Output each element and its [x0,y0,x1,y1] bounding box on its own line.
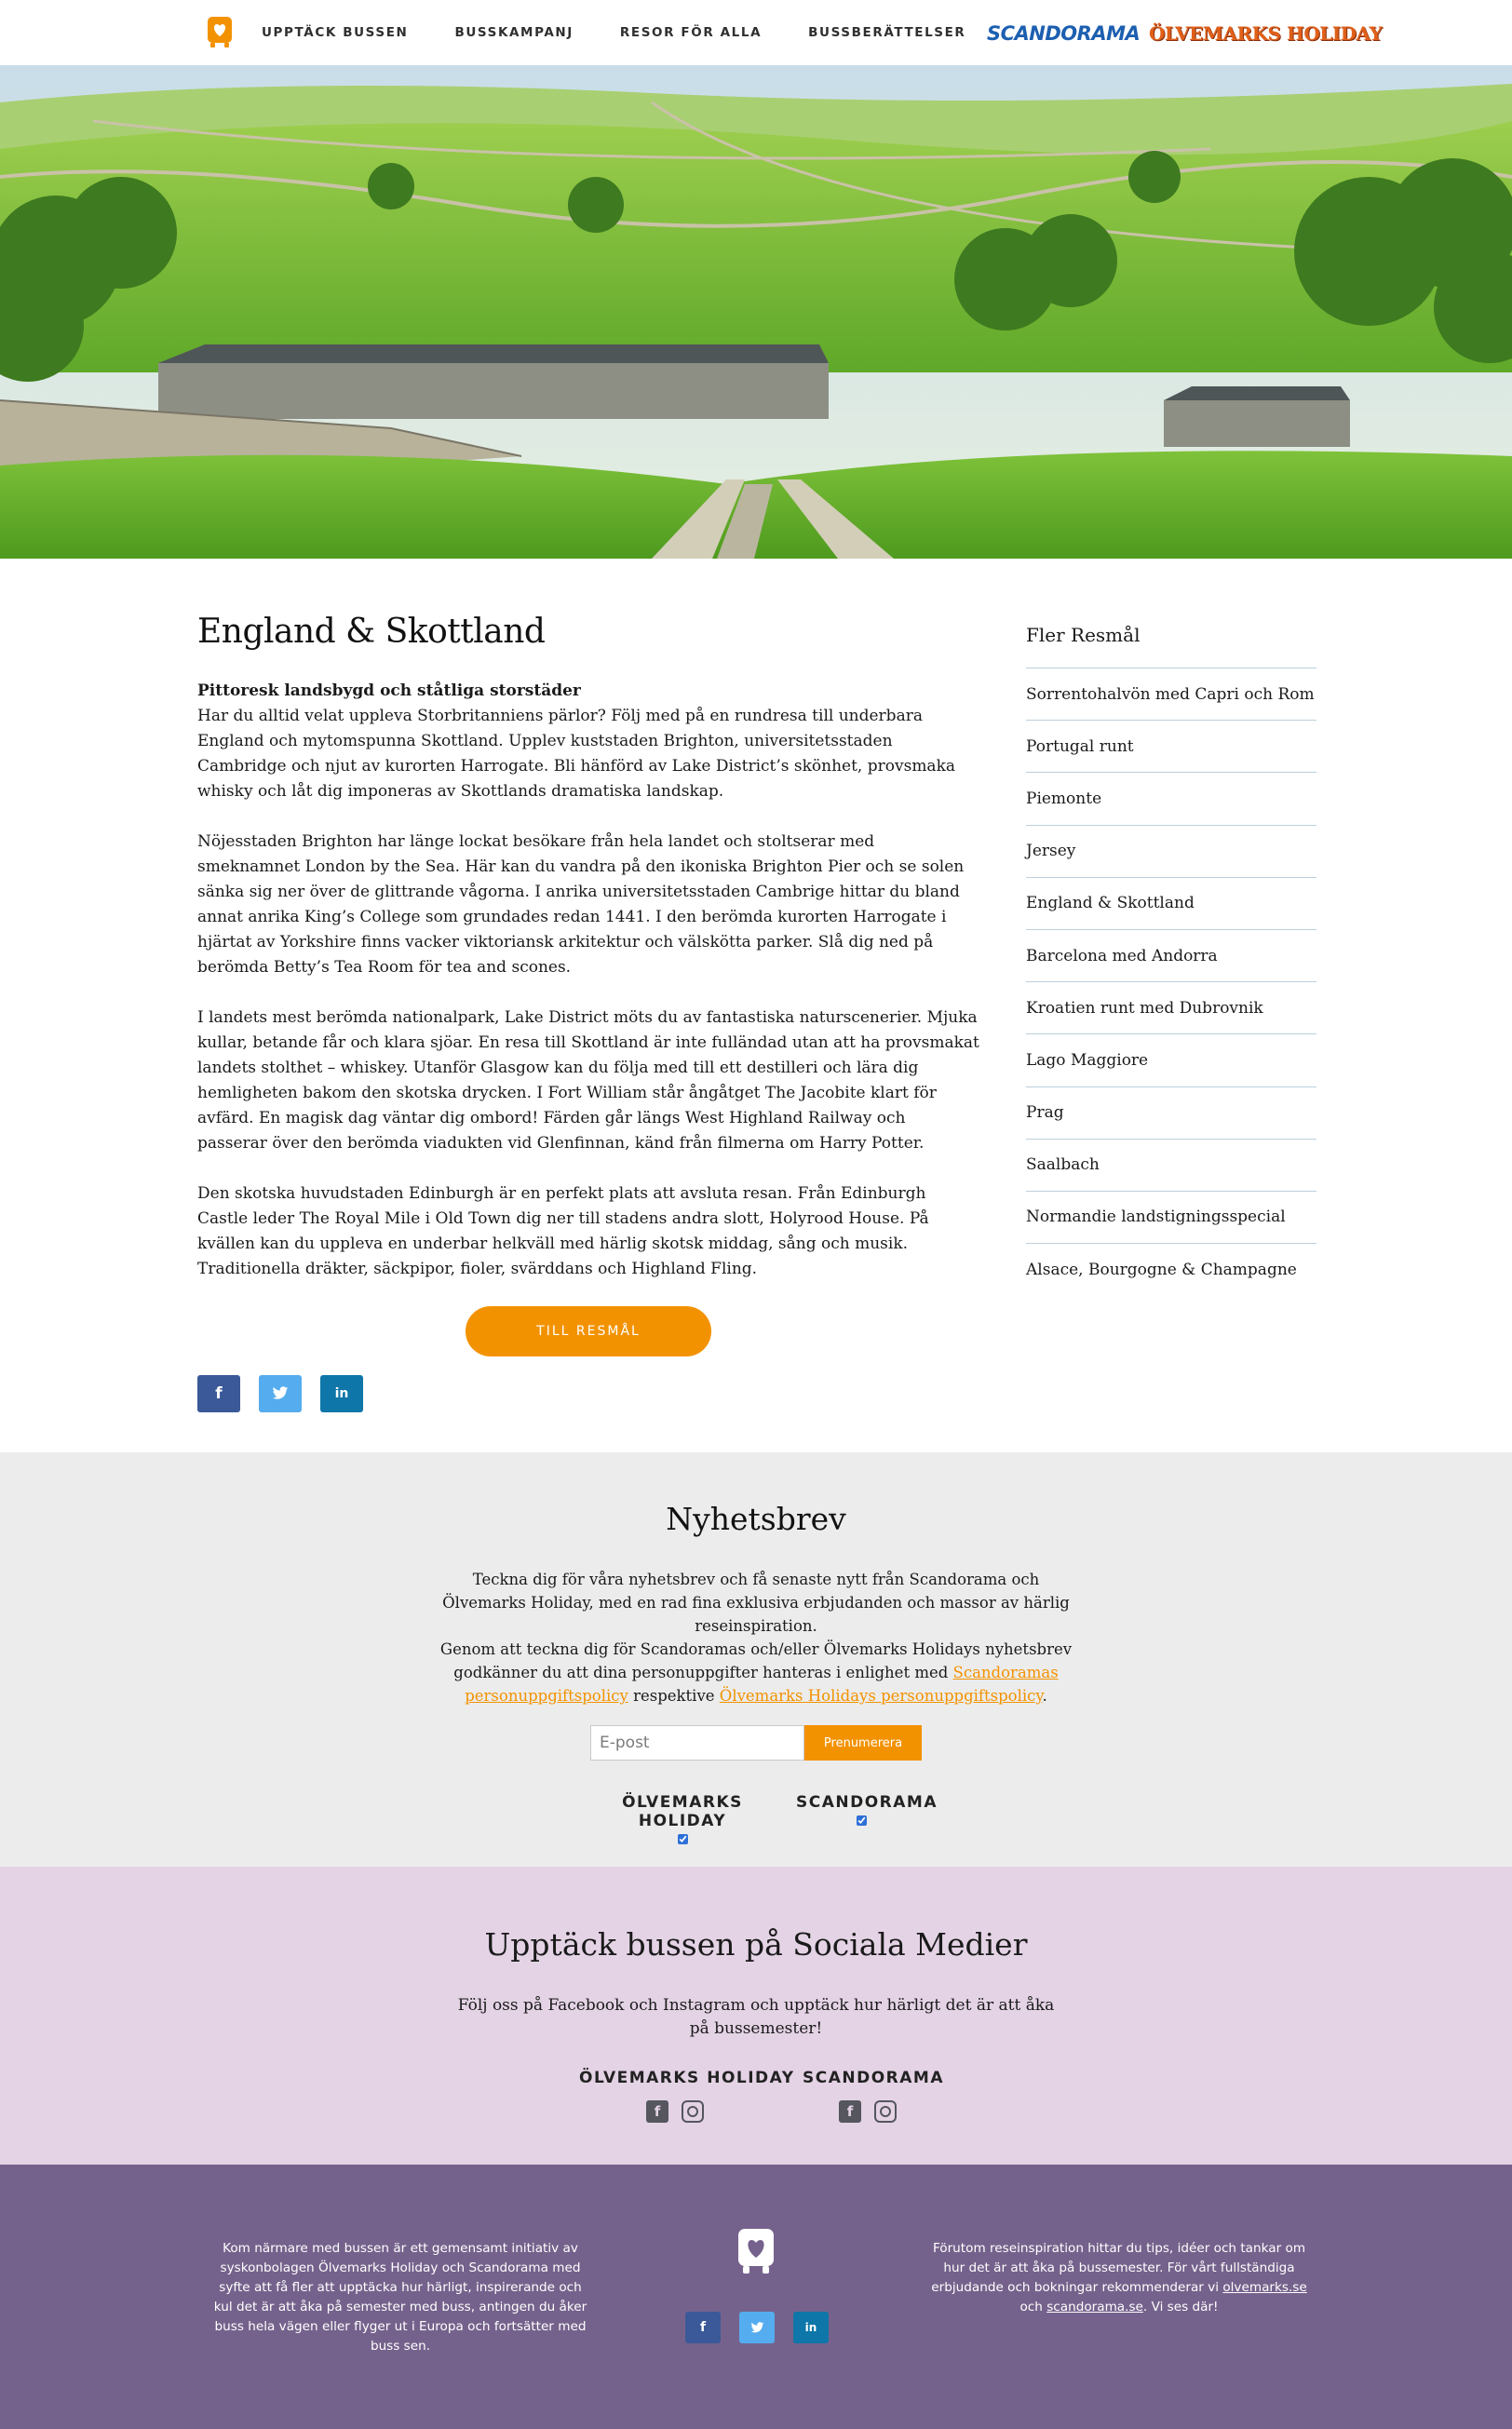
social-title: Upptäck bussen på Sociala Medier [484,1926,1028,1963]
bus-heart-icon [738,2229,774,2274]
social-column-olvemarks: ÖLVEMARKS HOLIDAY f [579,2069,795,2123]
footer-info: Förutom reseinspiration hittar du tips, … [929,2239,1309,2317]
footer-about: Kom närmare med bussen är ett gemensamt … [213,2241,587,2354]
social-icons: f [803,2100,933,2123]
nav-resor-for-alla[interactable]: RESOR FÖR ALLA [620,25,762,40]
facebook-icon[interactable]: f [839,2100,861,2123]
scandorama-checkbox[interactable] [856,1815,867,1826]
article-lead: Pittoresk landsbygd och ståtliga storstä… [197,681,581,700]
instagram-icon[interactable] [682,2100,704,2123]
scandorama-link[interactable]: scandorama.se [1046,2300,1143,2314]
page-title: England & Skottland [197,613,546,651]
footer-share: f in [685,2312,829,2343]
sidebar-item-saalbach[interactable]: Saalbach [1026,1140,1316,1192]
sidebar-item-alsace[interactable]: Alsace, Bourgogne & Champagne [1026,1244,1316,1296]
olvemarks-policy-link[interactable]: Ölvemarks Holidays personuppgiftspolicy [720,1687,1043,1705]
site-footer: Kom närmare med bussen är ett gemensamt … [0,2165,1512,2429]
hero-image [0,65,1512,559]
share-buttons: f in [197,1375,363,1412]
article-paragraph: Nöjesstaden Brighton har länge lockat be… [197,832,965,977]
main-content: England & Skottland Pittoresk landsbygd … [0,559,1512,1452]
social-label: SCANDORAMA [803,2069,944,2087]
till-resmal-button[interactable]: TILL RESMÅL [466,1306,711,1356]
footer-info-text: och [1019,2300,1047,2314]
instagram-icon[interactable] [874,2100,897,2123]
facebook-icon[interactable]: f [646,2100,668,2123]
option-label: SCANDORAMA [796,1793,938,1812]
social-column-scandorama: SCANDORAMA f [803,2069,944,2123]
option-label: ÖLVEMARKS HOLIDAY [622,1793,743,1830]
footer-info-text: . Vi ses där! [1142,2300,1219,2314]
social-icons: f [579,2100,771,2123]
linkedin-icon[interactable]: in [793,2312,829,2343]
site-header: UPPTÄCK BUSSEN BUSSKAMPANJ RESOR FÖR ALL… [0,0,1512,65]
twitter-icon[interactable] [259,1375,302,1412]
sidebar: Fler Resmål Sorrentohalvön med Capri och… [1026,624,1316,1296]
sidebar-item-england[interactable]: England & Skottland [1026,878,1316,930]
facebook-icon[interactable]: f [197,1375,240,1412]
sidebar-title: Fler Resmål [1026,624,1316,668]
consent-text: . [1042,1687,1047,1705]
sidebar-item-jersey[interactable]: Jersey [1026,826,1316,878]
social-text: Följ oss på Facebook och Instagram och u… [457,1996,1055,2038]
article: England & Skottland Pittoresk landsbygd … [197,613,979,1307]
consent-text: respektive [628,1687,720,1705]
newsletter-consent: Genom att teckna dig för Scandoramas och… [430,1638,1082,1707]
newsletter-option-scandorama: SCANDORAMA [796,1793,938,1829]
sidebar-item-barcelona[interactable]: Barcelona med Andorra [1026,930,1316,983]
scandorama-logo[interactable]: SCANDORAMA [987,22,1141,45]
social-section: Upptäck bussen på Sociala Medier Följ os… [0,1867,1512,2165]
olvemarks-link[interactable]: olvemarks.se [1222,2280,1306,2295]
sidebar-item-sorrento[interactable]: Sorrentohalvön med Capri och Rom [1026,668,1316,722]
article-paragraph: Har du alltid velat uppleva Storbritanni… [197,707,956,801]
linkedin-icon[interactable]: in [320,1375,363,1412]
newsletter-section: Nyhetsbrev Teckna dig för våra nyhetsbre… [0,1452,1512,1867]
olvemarks-checkbox[interactable] [677,1834,688,1844]
nav-upptack-bussen[interactable]: UPPTÄCK BUSSEN [262,25,408,40]
landscape-illustration [0,65,1512,559]
nav-bussberattelser[interactable]: BUSSBERÄTTELSER [808,25,965,40]
sidebar-item-kroatien[interactable]: Kroatien runt med Dubrovnik [1026,982,1316,1035]
bus-heart-icon[interactable] [207,16,233,49]
article-paragraph: I landets mest berömda nationalpark, Lak… [197,1008,979,1153]
email-input[interactable] [590,1725,804,1761]
newsletter-intro: Teckna dig för våra nyhetsbrev och få se… [442,1571,1070,1635]
social-label: ÖLVEMARKS HOLIDAY [579,2069,795,2087]
olvemarks-logo[interactable]: ÖLVEMARKS HOLIDAY [1149,22,1383,45]
sidebar-item-prag[interactable]: Prag [1026,1087,1316,1140]
nav-busskampanj[interactable]: BUSSKAMPANJ [454,25,573,40]
sidebar-item-normandie[interactable]: Normandie landstigningsspecial [1026,1192,1316,1245]
facebook-icon[interactable]: f [685,2312,721,2343]
sidebar-item-portugal[interactable]: Portugal runt [1026,721,1316,774]
subscribe-button[interactable]: Prenumerera [804,1725,922,1761]
newsletter-form: Prenumerera [590,1725,922,1761]
sidebar-item-lago-maggiore[interactable]: Lago Maggiore [1026,1034,1316,1087]
sidebar-item-piemonte[interactable]: Piemonte [1026,773,1316,826]
twitter-icon[interactable] [739,2312,775,2343]
newsletter-title: Nyhetsbrev [666,1501,846,1537]
main-nav: UPPTÄCK BUSSEN BUSSKAMPANJ RESOR FÖR ALL… [262,0,1012,65]
newsletter-option-olvemarks: ÖLVEMARKS HOLIDAY [587,1793,778,1848]
article-paragraph: Den skotska huvudstaden Edinburgh är en … [197,1184,929,1278]
